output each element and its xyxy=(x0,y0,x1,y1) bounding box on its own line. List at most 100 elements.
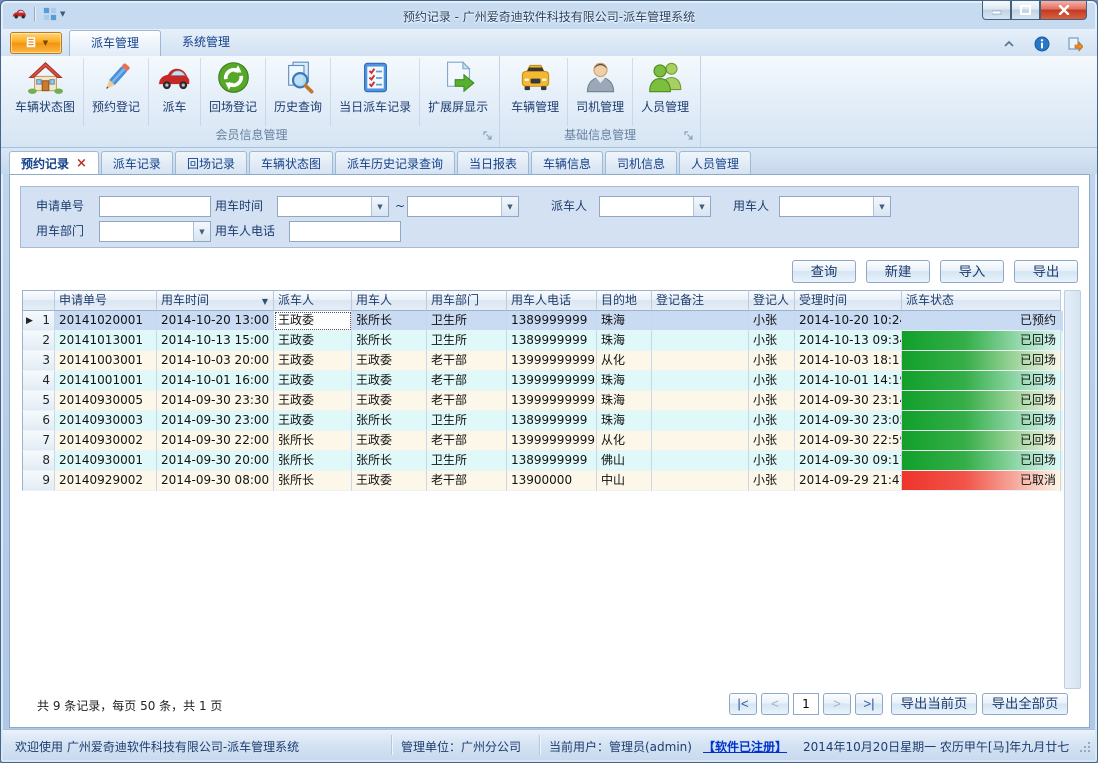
cell-accept-time[interactable]: 2014-09-30 23:14 xyxy=(795,391,902,411)
export-button[interactable]: 导出 xyxy=(1014,260,1078,283)
cell-registrar[interactable]: 小张 xyxy=(749,311,795,331)
cell-remark[interactable] xyxy=(652,331,749,351)
cell-destination[interactable]: 珠海 xyxy=(597,391,652,411)
cell-use-time[interactable]: 2014-09-30 08:00 xyxy=(157,471,274,491)
export-all-pages-button[interactable]: 导出全部页 xyxy=(982,693,1068,715)
cell-dispatcher[interactable]: 王政委 xyxy=(274,331,352,351)
cell-order-no[interactable]: 20140930005 xyxy=(55,391,157,411)
row-selector[interactable]: ▶ 2 xyxy=(22,331,55,351)
row-selector[interactable]: ▶ 1 xyxy=(22,311,55,331)
page-number-input[interactable] xyxy=(793,693,819,715)
cell-registrar[interactable]: 小张 xyxy=(749,471,795,491)
cell-dispatcher[interactable]: 张所长 xyxy=(274,431,352,451)
row-selector[interactable]: ▶ 6 xyxy=(22,411,55,431)
cell-dept[interactable]: 卫生所 xyxy=(427,331,507,351)
table-row[interactable]: ▶ 4 20141001001 2014-10-01 16:00 王政委 王政委… xyxy=(22,371,1063,391)
chevron-down-icon[interactable]: ▼ xyxy=(501,197,518,216)
cell-phone[interactable]: 13999999999 xyxy=(507,351,597,371)
cell-user[interactable]: 王政委 xyxy=(352,351,427,371)
cell-destination[interactable]: 珠海 xyxy=(597,311,652,331)
chevron-down-icon[interactable]: ▼ xyxy=(693,197,710,216)
cell-dispatch-status[interactable]: 已回场 xyxy=(902,451,1061,471)
cell-accept-time[interactable]: 2014-09-30 22:59 xyxy=(795,431,902,451)
cell-dispatch-status[interactable]: 已回场 xyxy=(902,371,1061,391)
cell-destination[interactable]: 中山 xyxy=(597,471,652,491)
cell-destination[interactable]: 珠海 xyxy=(597,371,652,391)
minimize-button[interactable] xyxy=(982,1,1011,20)
cell-accept-time[interactable]: 2014-10-01 14:19 xyxy=(795,371,902,391)
ribbon-button[interactable]: 人员管理 xyxy=(632,58,697,126)
document-tab[interactable]: 派车历史记录查询 xyxy=(335,151,455,174)
cell-dept[interactable]: 老干部 xyxy=(427,471,507,491)
cell-use-time[interactable]: 2014-09-30 23:30 xyxy=(157,391,274,411)
cell-use-time[interactable]: 2014-10-03 20:00 xyxy=(157,351,274,371)
order-no-input[interactable] xyxy=(99,196,211,217)
cell-user[interactable]: 王政委 xyxy=(352,391,427,411)
cell-user[interactable]: 王政委 xyxy=(352,371,427,391)
column-header[interactable]: 登记人 ▼ xyxy=(749,290,795,311)
cell-registrar[interactable]: 小张 xyxy=(749,411,795,431)
next-page-button[interactable]: > xyxy=(823,693,851,715)
cell-destination[interactable]: 佛山 xyxy=(597,451,652,471)
cell-phone[interactable]: 13999999999 xyxy=(507,431,597,451)
phone-input[interactable] xyxy=(289,221,401,242)
cell-remark[interactable] xyxy=(652,351,749,371)
chevron-down-icon[interactable]: ▼ xyxy=(193,222,210,241)
ribbon-button[interactable]: 车辆状态图 xyxy=(7,58,83,126)
ribbon-button[interactable]: 扩展屏显示 xyxy=(419,58,496,126)
cell-registrar[interactable]: 小张 xyxy=(749,351,795,371)
cell-accept-time[interactable]: 2014-10-03 18:11 xyxy=(795,351,902,371)
maximize-button[interactable] xyxy=(1011,1,1040,20)
cell-registrar[interactable]: 小张 xyxy=(749,371,795,391)
document-tab[interactable]: 车辆信息 xyxy=(531,151,603,174)
last-page-button[interactable]: >| xyxy=(855,693,883,715)
query-button[interactable]: 查询 xyxy=(792,260,856,283)
cell-user[interactable]: 王政委 xyxy=(352,471,427,491)
table-row[interactable]: ▶ 8 20140930001 2014-09-30 20:00 张所长 张所长… xyxy=(22,451,1063,471)
title-bar[interactable]: ▼ 预约记录 - 广州爱奇迪软件科技有限公司-派车管理系统 xyxy=(1,1,1097,29)
user-combo[interactable]: ▼ xyxy=(779,196,891,217)
use-time-to-combo[interactable]: ▼ xyxy=(407,196,519,217)
cell-user[interactable]: 张所长 xyxy=(352,451,427,471)
ribbon-tab[interactable]: 派车管理 xyxy=(69,30,161,56)
column-header[interactable]: 派车状态 ▼ xyxy=(902,290,1061,311)
column-header[interactable]: 登记备注 ▼ xyxy=(652,290,749,311)
ribbon-tab[interactable]: 系统管理 xyxy=(161,30,251,56)
row-selector[interactable]: ▶ 9 xyxy=(22,471,55,491)
table-row[interactable]: ▶ 7 20140930002 2014-09-30 22:00 张所长 王政委… xyxy=(22,431,1063,451)
cell-phone[interactable]: 1389999999 xyxy=(507,451,597,471)
document-tab[interactable]: 车辆状态图 xyxy=(249,151,333,174)
application-menu-button[interactable]: ▼ xyxy=(10,32,62,54)
chevron-down-icon[interactable]: ▼ xyxy=(371,197,388,216)
cell-destination[interactable]: 珠海 xyxy=(597,331,652,351)
ribbon-button[interactable]: 司机管理 xyxy=(567,58,632,126)
row-selector[interactable]: ▶ 3 xyxy=(22,351,55,371)
document-tab[interactable]: 司机信息 xyxy=(605,151,677,174)
cell-order-no[interactable]: 20140930003 xyxy=(55,411,157,431)
cell-dept[interactable]: 老干部 xyxy=(427,391,507,411)
cell-dispatcher[interactable]: 王政委 xyxy=(274,311,352,331)
cell-user[interactable]: 张所长 xyxy=(352,311,427,331)
cell-use-time[interactable]: 2014-10-20 13:00 xyxy=(157,311,274,331)
cell-phone[interactable]: 13900000 xyxy=(507,471,597,491)
cell-dispatcher[interactable]: 张所长 xyxy=(274,471,352,491)
cell-dispatch-status[interactable]: 已取消 xyxy=(902,471,1061,491)
cell-dispatcher[interactable]: 张所长 xyxy=(274,451,352,471)
column-header[interactable]: 用车人电话 ▼ xyxy=(507,290,597,311)
cell-order-no[interactable]: 20140930001 xyxy=(55,451,157,471)
cell-phone[interactable]: 1389999999 xyxy=(507,411,597,431)
cell-use-time[interactable]: 2014-09-30 23:00 xyxy=(157,411,274,431)
cell-order-no[interactable]: 20141020001 xyxy=(55,311,157,331)
cell-dept[interactable]: 卫生所 xyxy=(427,311,507,331)
collapse-ribbon-icon[interactable] xyxy=(1000,35,1017,52)
cell-order-no[interactable]: 20140930002 xyxy=(55,431,157,451)
cell-user[interactable]: 张所长 xyxy=(352,411,427,431)
row-selector[interactable]: ▶ 7 xyxy=(22,431,55,451)
cell-accept-time[interactable]: 2014-09-30 23:05 xyxy=(795,411,902,431)
row-selector[interactable]: ▶ 4 xyxy=(22,371,55,391)
row-selector[interactable]: ▶ 8 xyxy=(22,451,55,471)
document-tab[interactable]: 回场记录 xyxy=(175,151,247,174)
column-header[interactable]: 用车部门 ▼ xyxy=(427,290,507,311)
new-button[interactable]: 新建 xyxy=(866,260,930,283)
ribbon-button[interactable]: 历史查询 xyxy=(265,58,330,126)
